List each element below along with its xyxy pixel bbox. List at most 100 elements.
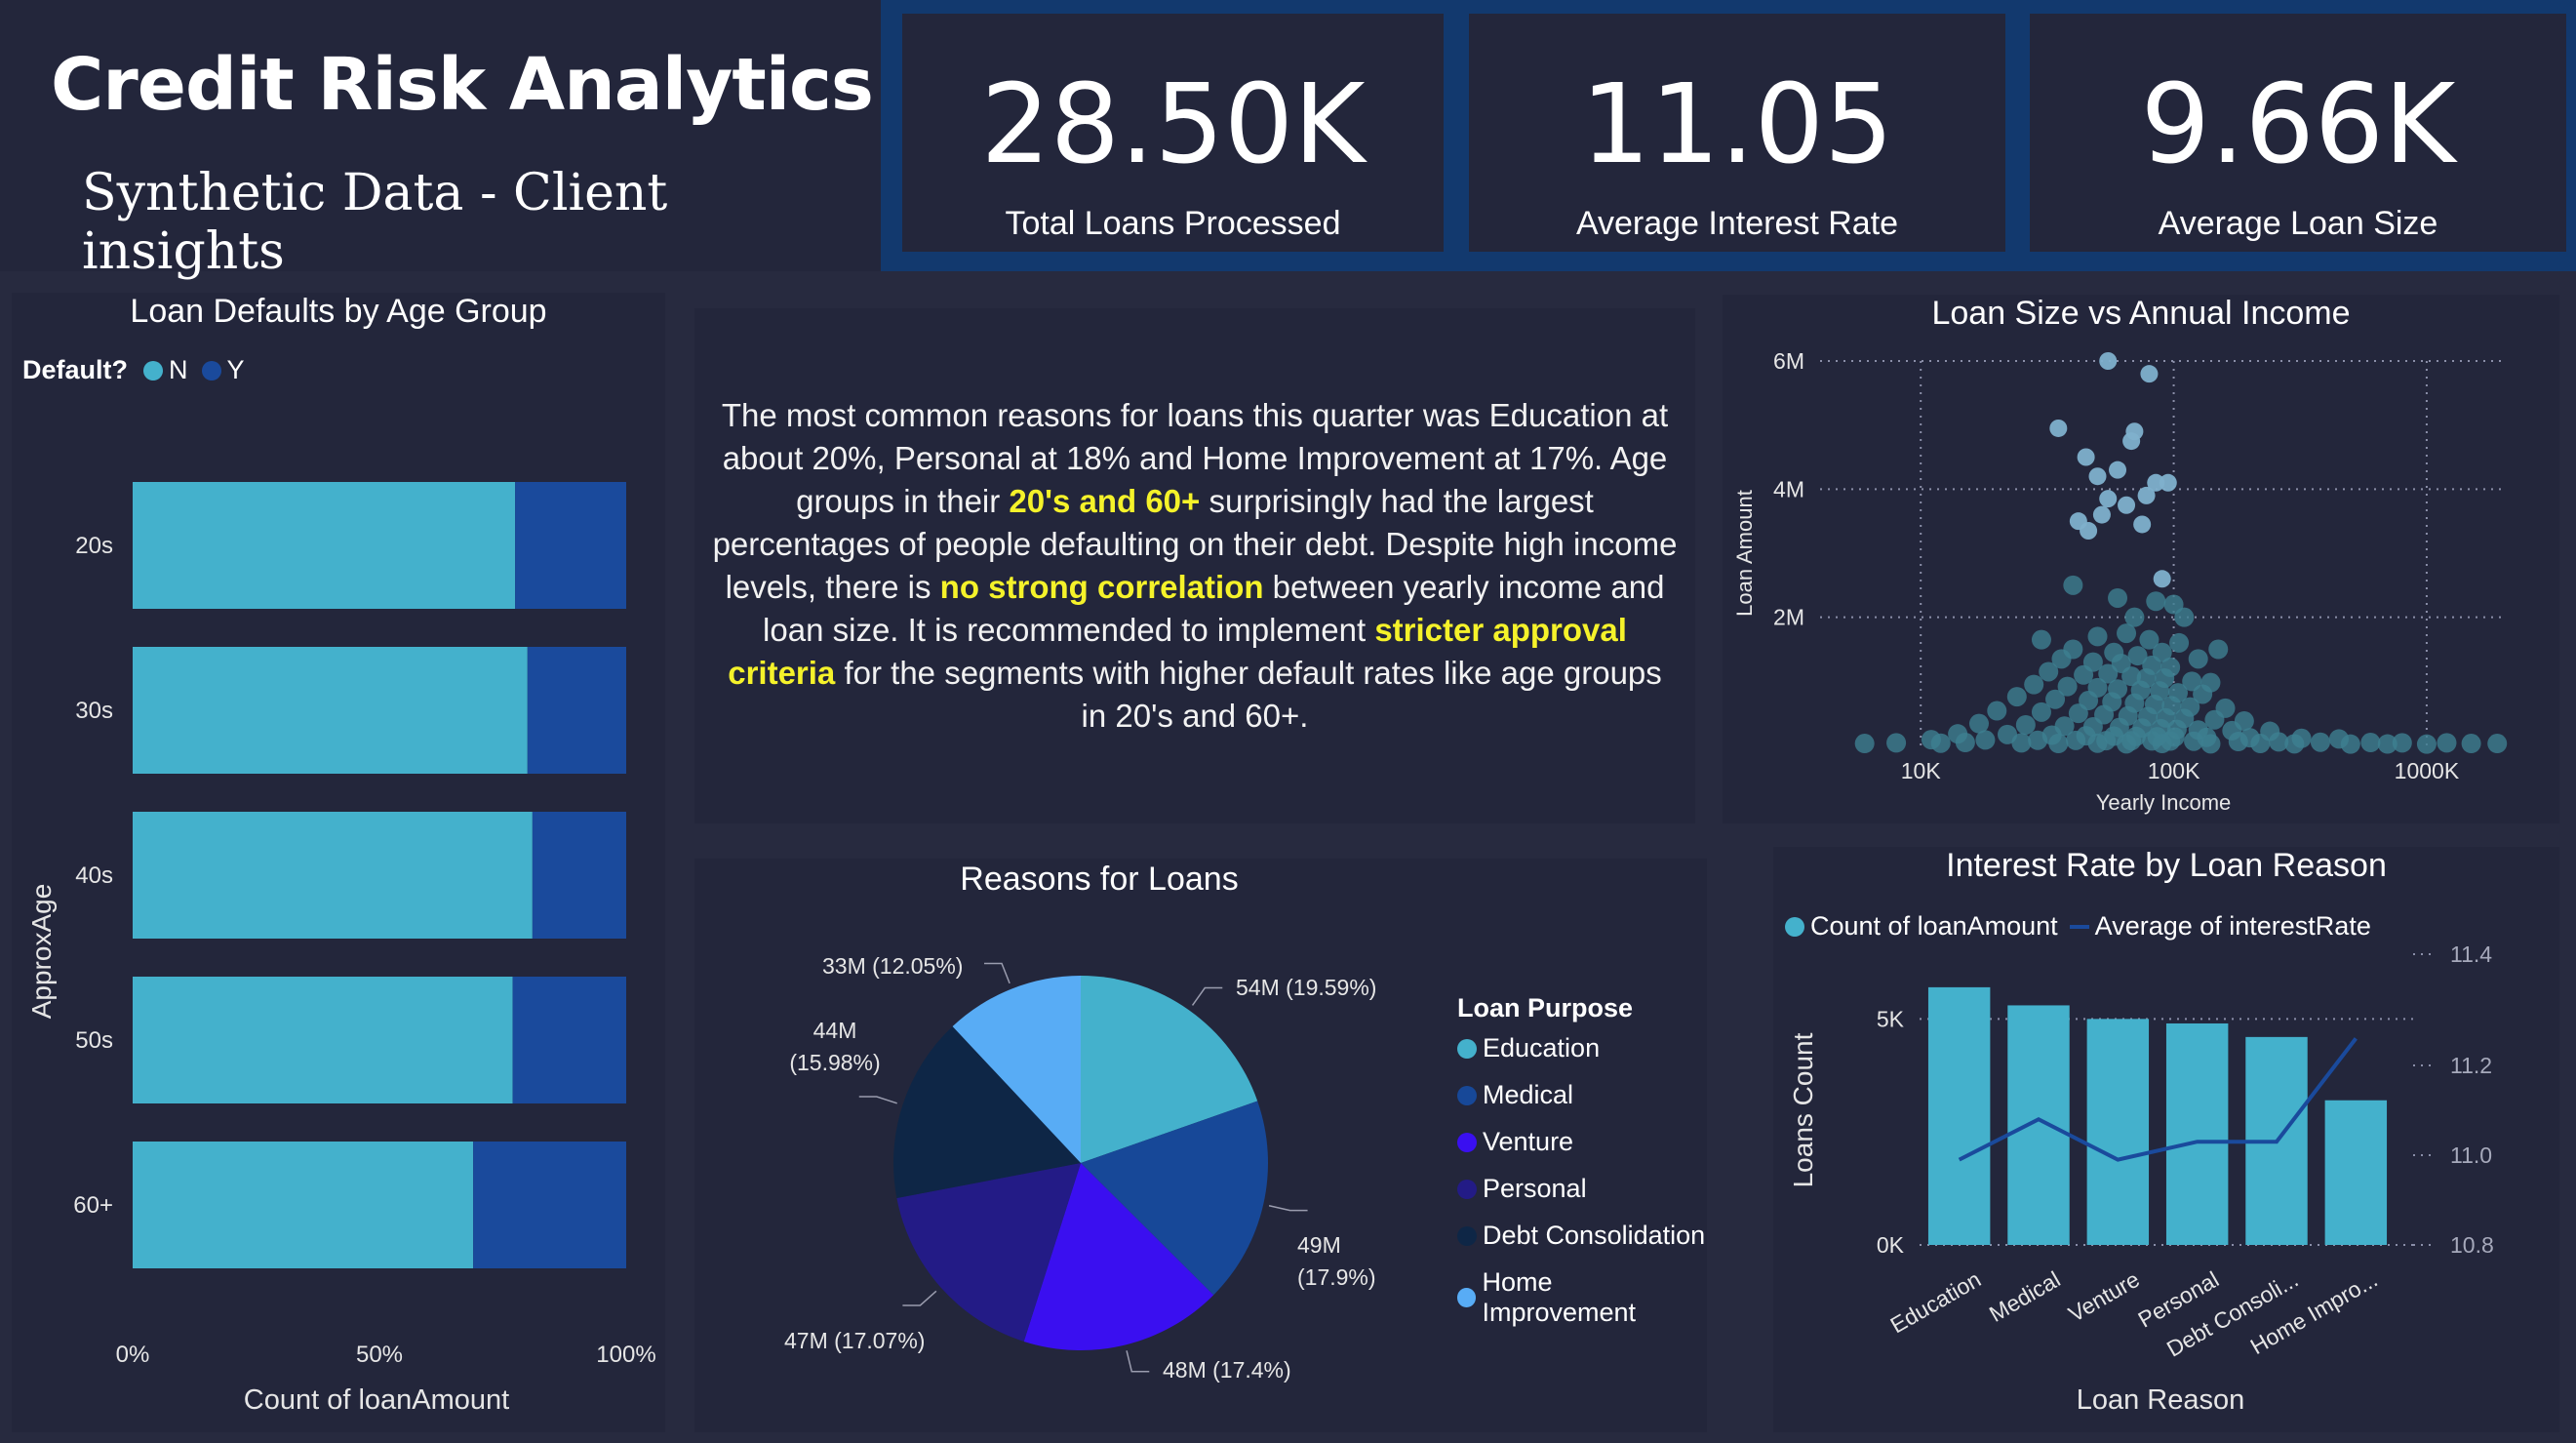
- scatter-point[interactable]: [2108, 587, 2128, 608]
- bar-segment-n[interactable]: [133, 647, 528, 774]
- pie-panel[interactable]: Reasons for Loans 54M (19.59%) 49M (17.9%)…: [694, 859, 1707, 1432]
- combo-x-tick: Venture: [2064, 1266, 2144, 1327]
- scatter-point[interactable]: [2377, 734, 2398, 754]
- pie-legend-item[interactable]: Debt Consolidation: [1457, 1221, 1707, 1251]
- scatter-point[interactable]: [2087, 733, 2108, 753]
- scatter-point[interactable]: [2284, 734, 2305, 754]
- scatter-x-tick: 10K: [1901, 758, 1942, 783]
- scatter-point[interactable]: [2250, 734, 2271, 754]
- scatter-point[interactable]: [2031, 629, 2051, 650]
- scatter-point[interactable]: [2204, 709, 2225, 730]
- scatter-point[interactable]: [2011, 733, 2032, 753]
- combo-y2-tick: 11.2: [2450, 1053, 2492, 1078]
- scatter-point[interactable]: [2028, 730, 2048, 750]
- scatter-point[interactable]: [2006, 687, 2027, 707]
- scatter-y-tick: 2M: [1773, 605, 1804, 630]
- scatter-point[interactable]: [2184, 731, 2204, 751]
- legend-swatch: [1457, 1132, 1477, 1152]
- scatter-point[interactable]: [2133, 515, 2152, 534]
- scatter-point[interactable]: [2031, 701, 2051, 722]
- scatter-y-tick: 4M: [1773, 476, 1804, 501]
- pie-data-label: 33M (12.05%): [822, 953, 963, 979]
- scatter-point[interactable]: [2461, 734, 2481, 754]
- scatter-point[interactable]: [2080, 522, 2098, 541]
- kpi-card-avg-loan-size[interactable]: 9.66K Average Loan Size: [2030, 14, 2566, 252]
- legend-label: Education: [1483, 1033, 1601, 1062]
- kpi-value: 9.66K: [2140, 61, 2456, 188]
- scatter-point[interactable]: [2099, 352, 2118, 370]
- scatter-point[interactable]: [2137, 486, 2156, 504]
- scatter-point[interactable]: [2153, 570, 2171, 588]
- scatter-panel[interactable]: Loan Size vs Annual Income Loan Amount Y…: [1723, 295, 2559, 823]
- combo-bar[interactable]: [1927, 986, 1991, 1245]
- bar-segment-n[interactable]: [133, 977, 513, 1103]
- scatter-point[interactable]: [2487, 734, 2508, 754]
- scatter-point[interactable]: [1886, 733, 1907, 753]
- scatter-point[interactable]: [2169, 632, 2190, 653]
- pie-data-label: 47M (17.07%): [784, 1328, 925, 1353]
- scatter-point[interactable]: [2310, 732, 2330, 752]
- bar-segment-y[interactable]: [532, 812, 626, 939]
- scatter-point[interactable]: [2063, 575, 2083, 595]
- scatter-point[interactable]: [1930, 733, 1951, 753]
- bar-segment-n[interactable]: [133, 482, 516, 609]
- scatter-point[interactable]: [2340, 734, 2360, 754]
- combo-bar[interactable]: [2324, 1100, 2388, 1245]
- pie-legend-item[interactable]: Home Improvement: [1457, 1267, 1707, 1328]
- scatter-point[interactable]: [2200, 734, 2221, 754]
- scatter-point[interactable]: [2118, 496, 2136, 514]
- scatter-chart: Loan Amount Yearly Income 2M 4M 6M 10K 100K 1…: [1732, 348, 2508, 815]
- kpi-card-total-loans[interactable]: 28.50K Total Loans Processed: [902, 14, 1444, 252]
- bar-segment-y[interactable]: [527, 647, 626, 774]
- scatter-point[interactable]: [2122, 432, 2141, 451]
- scatter-point[interactable]: [2146, 591, 2166, 612]
- scatter-point[interactable]: [2049, 419, 2068, 437]
- age-x-axis-label: Count of loanAmount: [244, 1384, 509, 1416]
- scatter-point[interactable]: [2360, 733, 2381, 753]
- scatter-point[interactable]: [2099, 490, 2118, 508]
- combo-bar[interactable]: [2086, 1019, 2150, 1245]
- scatter-point[interactable]: [2159, 473, 2177, 492]
- combo-panel[interactable]: Interest Rate by Loan Reason Count of lo…: [1773, 847, 2559, 1432]
- scatter-point[interactable]: [2188, 649, 2208, 669]
- scatter-point[interactable]: [2066, 730, 2086, 750]
- legend-label: Venture: [1483, 1127, 1574, 1156]
- scatter-point[interactable]: [2087, 626, 2108, 647]
- scatter-point[interactable]: [2015, 714, 2036, 735]
- scatter-point[interactable]: [2416, 734, 2437, 754]
- scatter-point[interactable]: [2228, 732, 2248, 752]
- scatter-point[interactable]: [2208, 639, 2229, 660]
- pie-legend-item[interactable]: Medical: [1457, 1080, 1707, 1110]
- scatter-point[interactable]: [2174, 607, 2195, 627]
- scatter-point[interactable]: [2092, 505, 2111, 524]
- combo-bar[interactable]: [2007, 1005, 2070, 1245]
- bar-segment-n[interactable]: [133, 1142, 474, 1268]
- scatter-point[interactable]: [2117, 734, 2137, 754]
- pie-legend-item[interactable]: Venture: [1457, 1127, 1707, 1157]
- scatter-point[interactable]: [2109, 461, 2127, 479]
- scatter-point[interactable]: [1854, 734, 1875, 754]
- scatter-point[interactable]: [2088, 467, 2107, 486]
- scatter-point[interactable]: [2437, 733, 2457, 753]
- bar-segment-n[interactable]: [133, 812, 533, 939]
- age-category-label: 50s: [75, 1027, 113, 1054]
- kpi-card-avg-interest[interactable]: 11.05 Average Interest Rate: [1469, 14, 2005, 252]
- scatter-point[interactable]: [1955, 733, 1975, 753]
- age-default-panel[interactable]: Loan Defaults by Age Group Default? N Y …: [12, 293, 665, 1432]
- scatter-point[interactable]: [2048, 734, 2069, 754]
- pie-legend-item[interactable]: Personal: [1457, 1174, 1707, 1204]
- scatter-point[interactable]: [2140, 365, 2159, 383]
- scatter-point[interactable]: [2077, 448, 2095, 466]
- scatter-point[interactable]: [2117, 623, 2137, 644]
- bar-segment-y[interactable]: [512, 977, 626, 1103]
- insight-part: for the segments with higher default rat…: [835, 655, 1662, 734]
- scatter-point[interactable]: [1987, 701, 2007, 721]
- pie-legend-item[interactable]: Education: [1457, 1033, 1707, 1063]
- bar-segment-y[interactable]: [473, 1142, 626, 1268]
- scatter-point[interactable]: [2039, 661, 2059, 682]
- scatter-point[interactable]: [1975, 730, 1996, 750]
- scatter-point[interactable]: [2024, 674, 2044, 695]
- scatter-point[interactable]: [2152, 734, 2172, 754]
- bar-segment-y[interactable]: [515, 482, 626, 609]
- combo-bar[interactable]: [2165, 1022, 2229, 1245]
